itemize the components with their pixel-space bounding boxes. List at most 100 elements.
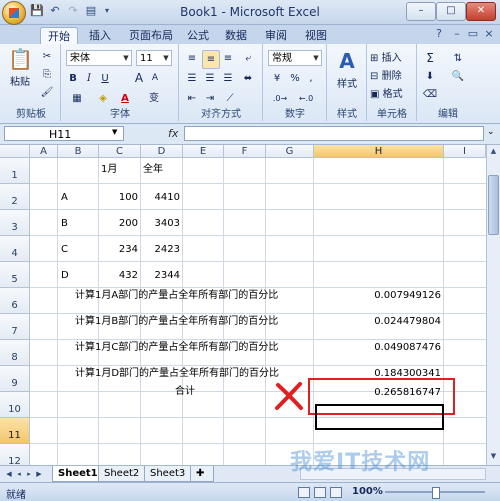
percent-button[interactable]: % [288,70,302,87]
column-header-e[interactable]: E [183,145,224,158]
align-bottom-icon[interactable]: ≡ [220,50,236,67]
format-cells-button[interactable]: ▣ 格式 [370,86,414,103]
cell-h8[interactable]: 0.049087476 [316,341,441,355]
insert-cells-button[interactable]: ⊞ 插入 [370,50,414,67]
sheet-tab-sheet2[interactable]: Sheet2 [98,466,146,482]
cell-c2[interactable]: 100 [99,191,138,205]
cell-d5[interactable]: 2344 [141,269,180,283]
new-sheet-icon[interactable]: ✚ [190,466,214,482]
cell-c4[interactable]: 234 [99,243,138,257]
font-size-combo[interactable]: 11 ▼ [136,50,172,66]
align-left-icon[interactable]: ☰ [184,70,200,87]
row-header-10[interactable]: 10 [0,392,30,418]
scroll-thumb[interactable] [488,175,499,235]
maximize-button[interactable]: □ [436,2,466,21]
tab-page-layout[interactable]: 页面布局 [122,27,180,44]
styles-icon[interactable]: A [335,50,359,72]
column-header-a[interactable]: A [30,145,58,158]
last-sheet-icon[interactable]: ▶ [34,468,44,480]
row-header-6[interactable]: 6 [0,288,30,314]
comma-button[interactable]: , [304,70,318,87]
tab-home[interactable]: 开始 [40,27,78,45]
merge-center-icon[interactable]: ⬌ [240,70,256,87]
cell-c5[interactable]: 432 [99,269,138,283]
column-header-i[interactable]: I [444,145,486,158]
cell-e10[interactable]: 合计 [175,385,195,399]
clear-icon[interactable]: ⌫ [422,86,438,103]
cell-d3[interactable]: 3403 [141,217,180,231]
align-center-icon[interactable]: ☰ [202,70,218,87]
next-sheet-icon[interactable]: ▸ [24,468,34,480]
cut-icon[interactable]: ✂ [38,48,56,65]
wrap-text-icon[interactable]: ⤶ [240,50,256,67]
normal-view-icon[interactable] [298,487,310,498]
column-header-f[interactable]: F [224,145,266,158]
row-header-12[interactable]: 12 [0,444,30,465]
styles-button[interactable]: 样式 [330,76,364,93]
zoom-slider-knob[interactable] [432,487,440,499]
underline-button[interactable]: U [98,70,112,87]
name-box[interactable]: H11 [4,126,124,141]
format-painter-icon[interactable]: 🖌 [38,84,56,101]
scroll-up-icon[interactable]: ▲ [487,145,500,158]
copy-icon[interactable]: ⎘ [38,66,56,83]
tab-review[interactable]: 审阅 [258,27,294,44]
minimize-button[interactable]: – [406,2,436,21]
cell-h7[interactable]: 0.024479804 [316,315,441,329]
sheet-tab-sheet3[interactable]: Sheet3 [144,466,192,482]
active-cell-border[interactable] [315,404,444,430]
cell-d4[interactable]: 2423 [141,243,180,257]
first-sheet-icon[interactable]: ◀ [4,468,14,480]
cell-b7[interactable]: 计算1月B部门的产量占全年所有部门的百分比 [75,315,278,329]
cell-c3[interactable]: 200 [99,217,138,231]
autosum-button[interactable]: Σ [422,50,438,67]
page-break-view-icon[interactable] [330,487,342,498]
row-header-3[interactable]: 3 [0,210,30,236]
sort-filter-icon[interactable]: ⇅ [446,50,470,67]
align-right-icon[interactable]: ☰ [220,70,236,87]
cell-b9[interactable]: 计算1月D部门的产量占全年所有部门的百分比 [75,367,279,381]
ribbon-close-icon[interactable]: × [482,27,496,41]
page-layout-view-icon[interactable] [314,487,326,498]
cell-b8[interactable]: 计算1月C部门的产量占全年所有部门的百分比 [75,341,278,355]
help-icon[interactable]: ? [432,27,446,41]
row-header-4[interactable]: 4 [0,236,30,262]
chevron-down-icon[interactable]: ▼ [112,128,117,136]
column-header-g[interactable]: G [266,145,314,158]
insert-function-button[interactable]: fx [168,126,182,141]
cell-b3[interactable]: B [61,217,68,231]
font-name-combo[interactable]: 宋体 ▼ [66,50,132,66]
bold-button[interactable]: B [66,70,80,87]
tab-data[interactable]: 数据 [218,27,254,44]
find-select-icon[interactable]: 🔍 [446,68,470,85]
cell-b4[interactable]: C [61,243,68,257]
align-top-icon[interactable]: ≡ [184,50,200,67]
column-header-c[interactable]: C [99,145,141,158]
zoom-level[interactable]: 100% [352,486,383,497]
currency-icon[interactable]: ¥ [268,70,286,87]
close-button[interactable]: ✕ [466,2,496,21]
fill-icon[interactable]: ⬇ [422,68,438,85]
expand-formula-icon[interactable]: ⌄ [487,127,495,137]
delete-cells-button[interactable]: ⊟ 删除 [370,68,414,85]
vertical-scrollbar[interactable]: ▲ ▼ [486,145,500,465]
paste-button[interactable]: 粘贴 [6,74,34,91]
select-all-corner[interactable] [0,145,30,158]
row-header-8[interactable]: 8 [0,340,30,366]
cell-c1[interactable]: 1月 [101,163,117,177]
ribbon-minimize-icon[interactable]: – [450,27,464,41]
row-header-2[interactable]: 2 [0,184,30,210]
row-header-7[interactable]: 7 [0,314,30,340]
formula-input[interactable] [184,126,484,141]
column-header-b[interactable]: B [58,145,99,158]
prev-sheet-icon[interactable]: ◂ [14,468,24,480]
paste-icon[interactable]: 📋 [8,48,33,70]
cell-h6[interactable]: 0.007949126 [316,289,441,303]
number-format-combo[interactable]: 常规 ▼ [268,50,322,66]
row-header-11[interactable]: 11 [0,418,30,444]
cell-b5[interactable]: D [61,269,69,283]
sheet-tab-sheet1[interactable]: Sheet1 [52,466,104,482]
ribbon-restore-icon[interactable]: ▭ [466,27,480,41]
grow-font-button[interactable]: A [132,70,146,87]
row-header-1[interactable]: 1 [0,158,30,184]
